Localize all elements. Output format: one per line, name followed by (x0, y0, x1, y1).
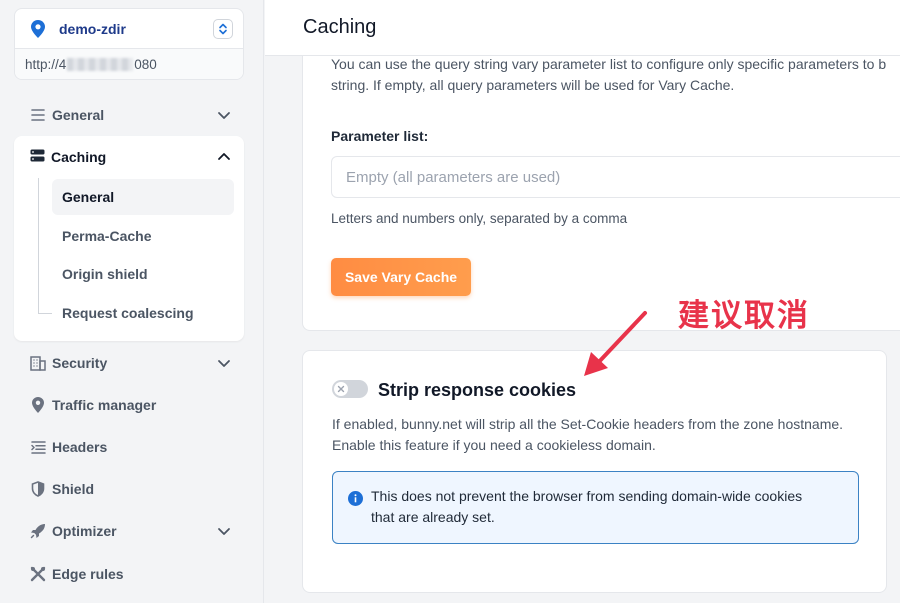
sidebar-item-security[interactable]: Security (14, 343, 244, 383)
description-line: You can use the query string vary parame… (331, 56, 887, 72)
annotation-text: 建议取消 (678, 298, 810, 334)
sidebar-item-label: Shield (52, 481, 95, 497)
zone-header[interactable]: demo-zdir (15, 9, 243, 49)
sidebar-item-label: Headers (52, 439, 108, 455)
location-pin-icon (30, 397, 46, 413)
chevron-up-down-icon (219, 23, 227, 34)
save-vary-cache-button[interactable]: Save Vary Cache (331, 258, 471, 296)
info-callout-text: This does not prevent the browser from s… (371, 486, 802, 528)
info-callout: This does not prevent the browser from s… (332, 471, 859, 544)
info-line: that are already set. (371, 509, 495, 525)
tree-connector (38, 178, 39, 314)
description-line: If enabled, bunny.net will strip all the… (332, 416, 844, 432)
info-icon (348, 491, 363, 506)
sidebar-item-caching[interactable]: Caching (14, 136, 244, 178)
sidebar: demo-zdir http://4 080 General Caching G… (0, 0, 264, 603)
tools-icon (30, 566, 46, 582)
description-line: string. If empty, all query parameters w… (331, 77, 735, 93)
info-line: This does not prevent the browser from s… (371, 488, 803, 504)
strip-cookies-title: Strip response cookies (378, 380, 577, 400)
sidebar-item-traffic-manager[interactable]: Traffic manager (14, 385, 244, 425)
building-icon (30, 355, 46, 371)
strip-cookies-card: Strip response cookies If enabled, bunny… (302, 350, 887, 593)
sidebar-item-edge-rules[interactable]: Edge rules (14, 554, 244, 594)
zone-url-prefix: http://4 (25, 57, 67, 72)
annotation-arrow-icon (584, 311, 647, 376)
sub-item-general[interactable]: General (52, 179, 234, 215)
sidebar-item-shield[interactable]: Shield (14, 469, 244, 509)
parameter-list-input[interactable] (331, 156, 900, 198)
sidebar-item-label: Caching (51, 149, 107, 165)
vary-cache-description: You can use the query string vary parame… (331, 54, 886, 96)
redacted-url (67, 58, 134, 71)
tree-elbow (38, 313, 52, 314)
sidebar-item-label: Edge rules (52, 566, 124, 582)
sub-item-origin-shield[interactable]: Origin shield (52, 256, 234, 292)
shield-icon (30, 481, 46, 497)
strip-cookies-toggle[interactable] (332, 380, 368, 398)
zone-switch-button[interactable] (213, 18, 233, 39)
main-content: You can use the query string vary parame… (265, 0, 900, 603)
toggle-knob (334, 382, 348, 396)
caching-menu: Caching General Perma-Cache Origin shiel… (14, 136, 244, 341)
sidebar-item-label: Optimizer (52, 523, 117, 539)
indent-list-icon (30, 439, 46, 455)
sidebar-item-general[interactable]: General (14, 95, 244, 135)
zone-url-suffix: 080 (134, 57, 157, 72)
zone-url: http://4 080 (15, 49, 243, 79)
parameter-list-help: Letters and numbers only, separated by a… (331, 211, 628, 226)
description-line: Enable this feature if you need a cookie… (332, 437, 656, 453)
chevron-down-icon (218, 360, 230, 367)
parameter-list-label: Parameter list: (331, 128, 429, 144)
zone-name: demo-zdir (59, 20, 126, 37)
page-title: Caching (303, 16, 377, 38)
chevron-down-icon (218, 528, 230, 535)
sub-item-perma-cache[interactable]: Perma-Cache (52, 218, 234, 254)
sidebar-item-label: Security (52, 355, 108, 371)
close-icon (337, 385, 345, 393)
chevron-up-icon (218, 153, 230, 160)
rocket-icon (30, 523, 46, 539)
page-header: Caching (265, 0, 900, 56)
chevron-down-icon (218, 112, 230, 119)
menu-lines-icon (30, 107, 46, 123)
sidebar-item-label: General (52, 107, 105, 123)
sidebar-item-optimizer[interactable]: Optimizer (14, 511, 244, 551)
zone-selector[interactable]: demo-zdir http://4 080 (14, 8, 244, 80)
sub-item-request-coalescing[interactable]: Request coalescing (52, 295, 234, 331)
vary-cache-card: You can use the query string vary parame… (302, 40, 900, 331)
map-pin-icon (31, 19, 45, 38)
strip-cookies-description: If enabled, bunny.net will strip all the… (332, 414, 843, 456)
sidebar-item-label: Traffic manager (52, 397, 157, 413)
sidebar-item-headers[interactable]: Headers (14, 427, 244, 467)
server-icon (30, 149, 45, 165)
